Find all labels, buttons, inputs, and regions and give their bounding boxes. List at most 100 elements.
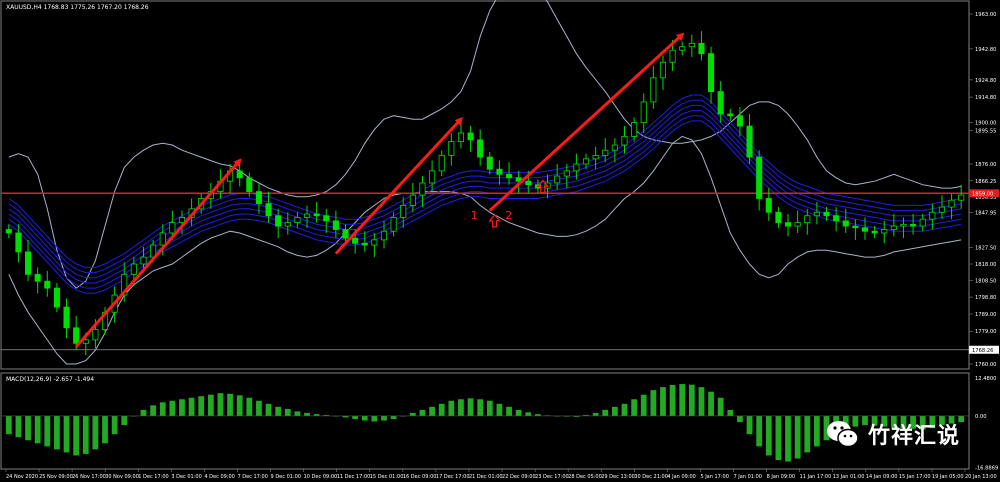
macd-bar: [34, 415, 41, 444]
macd-bar: [82, 415, 89, 454]
candle-body: [861, 227, 869, 232]
main-chart-title: XAUUSD,H4 1768.83 1775.26 1767.20 1768.2…: [6, 4, 149, 11]
x-tick-label: 3 Dec 01:00: [171, 474, 201, 480]
macd-bar: [602, 409, 609, 416]
y-tick-label: 1876.00: [975, 162, 996, 168]
x-tick-label: 4 Jan 09:00: [667, 474, 695, 480]
x-tick-label: 20 Jan 13:00: [965, 474, 997, 480]
candle-body: [448, 141, 455, 156]
candle-body: [178, 217, 186, 224]
x-tick-label: 16 Dec 09:00: [403, 474, 437, 480]
macd-bar: [679, 384, 686, 416]
candle-body: [727, 113, 734, 117]
candle-body: [467, 132, 474, 141]
x-tick-label: 7 Jan 01:00: [734, 474, 762, 480]
macd-chart-title: MACD(12,26,9) -2.657 -1.494: [6, 376, 94, 383]
macd-bar: [640, 394, 647, 416]
candle-body: [669, 49, 676, 63]
macd-bar: [765, 415, 772, 456]
macd-bar: [236, 395, 243, 416]
macd-bar: [265, 403, 272, 416]
macd-bar: [102, 415, 108, 444]
candle-body: [756, 156, 763, 199]
candle-body: [717, 91, 724, 115]
macd-bar: [708, 391, 714, 416]
macd-bar: [111, 415, 118, 435]
macd-bar: [794, 415, 801, 459]
candle-body: [284, 222, 291, 227]
y-tick-label: 1808.50: [975, 278, 996, 284]
candle-body: [390, 217, 397, 232]
candle-body: [275, 215, 282, 227]
candle-body: [804, 215, 811, 224]
candle-body: [169, 222, 176, 234]
candle-body: [352, 237, 359, 244]
watermark: 竹祥汇说: [826, 418, 960, 450]
macd-bar: [246, 397, 253, 416]
macd-bar: [477, 399, 484, 416]
candle-body: [361, 242, 368, 246]
candle-body: [919, 218, 926, 227]
candle-body: [871, 230, 878, 234]
macd-bar: [207, 394, 214, 416]
y-tick-label: 1818.00: [975, 262, 996, 268]
candle-body: [506, 173, 513, 179]
candle-body: [948, 199, 955, 208]
candle-body: [294, 217, 301, 224]
candle-body: [573, 163, 580, 172]
macd-bar: [352, 415, 359, 420]
x-tick-label: 11 Jan 17:00: [800, 474, 832, 480]
candle-body: [958, 194, 965, 201]
macd-bar: [15, 415, 22, 438]
macd-bar: [140, 409, 147, 416]
macd-bar: [371, 415, 378, 422]
candle-body: [640, 101, 647, 124]
candle-body: [323, 215, 330, 222]
macd-bar: [5, 415, 12, 435]
y-tick-label: 1900.00: [975, 121, 996, 127]
macd-bar: [727, 409, 734, 416]
macd-bar: [54, 415, 60, 450]
candle-body: [15, 232, 22, 253]
candle-body: [852, 225, 859, 229]
x-tick-label: 23 Dec 17:00: [535, 474, 569, 480]
macd-bar: [227, 393, 233, 416]
macd-bar: [25, 415, 31, 441]
candle-body: [429, 170, 436, 184]
candle-body: [621, 136, 628, 146]
macd-bar: [506, 406, 512, 416]
candle-body: [679, 46, 686, 51]
macd-bar: [217, 393, 224, 416]
macd-bar: [458, 399, 464, 416]
x-tick-label: 30 Dec 21:00: [634, 474, 668, 480]
candle-body: [708, 53, 715, 92]
macd-bar: [294, 411, 301, 416]
macd-bar: [660, 387, 666, 416]
x-tick-label: 15 Jan 17:00: [899, 474, 931, 480]
candle-body: [813, 211, 820, 217]
x-tick-label: 8 Jan 09:00: [767, 474, 795, 480]
macd-bar: [438, 403, 445, 416]
candle-body: [650, 77, 657, 103]
current-price-label: 1768.26: [972, 348, 993, 354]
candle-body: [236, 170, 243, 179]
x-tick-label: 15 Dec 01:00: [370, 474, 404, 480]
candle-body: [44, 280, 51, 289]
candle-body: [457, 132, 464, 142]
macd-bar: [756, 415, 763, 447]
macd-bar: [467, 398, 474, 416]
watermark-text: 竹祥汇说: [868, 424, 961, 449]
resistance-price-label: 1859.00: [972, 191, 993, 197]
candle-body: [890, 225, 897, 230]
macd-bar: [159, 402, 166, 416]
macd-bar: [804, 415, 811, 453]
candle-body: [130, 263, 137, 275]
macd-bar: [198, 396, 205, 416]
candle-body: [265, 203, 272, 217]
candle-body: [140, 256, 147, 265]
x-tick-label: 14 Jan 09:00: [866, 474, 898, 480]
candle-body: [611, 144, 618, 151]
candle-body: [765, 198, 772, 213]
candle-body: [159, 232, 166, 246]
macd-bar: [390, 415, 397, 420]
